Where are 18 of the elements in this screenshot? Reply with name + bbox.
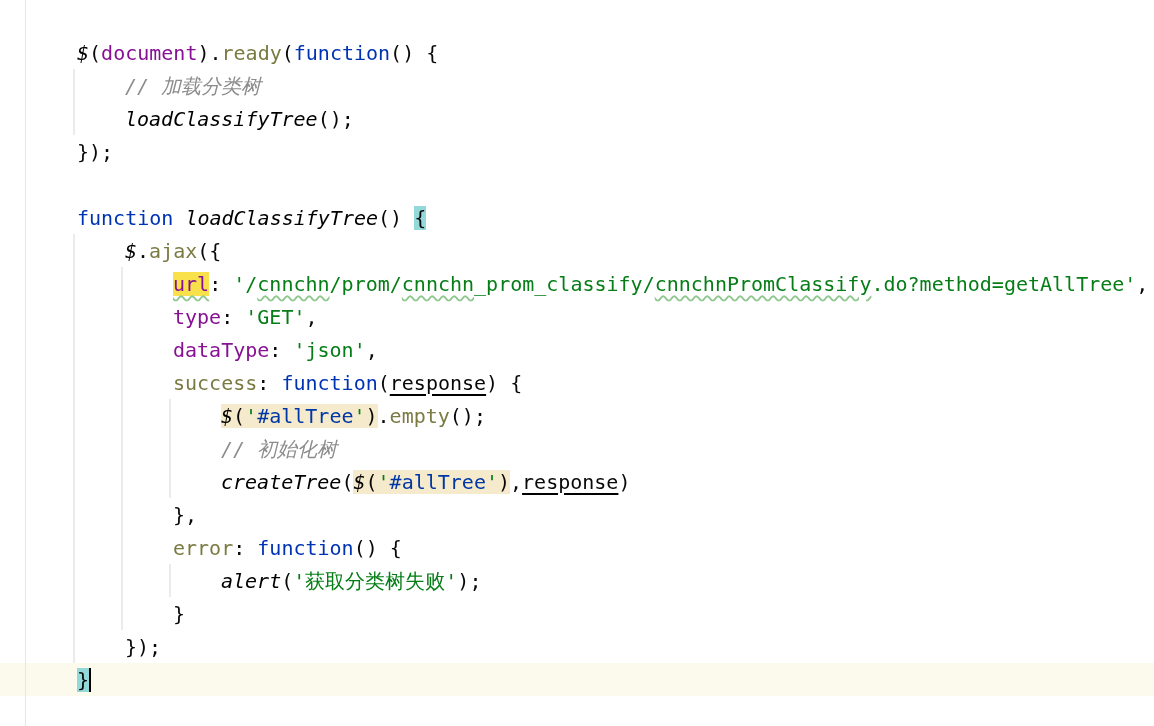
code-line: $(document).ready(function() { [76, 39, 439, 67]
code-line: $('#allTree').empty(); [220, 402, 486, 430]
code-line: }, [172, 501, 198, 529]
code-line: $.ajax({ [124, 237, 222, 265]
code-line: createTree($('#allTree'),response) [220, 468, 631, 496]
code-line: // 加载分类树 [124, 72, 262, 100]
code-line: error: function() { [172, 534, 402, 562]
code-line: type: 'GET', [172, 303, 318, 331]
code-line: function loadClassifyTree() { [76, 204, 427, 232]
code-line: url: '/cnnchn/prom/cnnchn_prom_classify/cnnchnPromClassify.do?method=getAllTree', [172, 270, 1149, 298]
code-line: }); [124, 633, 162, 661]
code-line: alert('获取分类树失败'); [220, 567, 482, 595]
code-line: // 初始化树 [220, 435, 338, 463]
code-line: } [172, 600, 186, 628]
code-line: }); [76, 138, 114, 166]
code-line: dataType: 'json', [172, 336, 378, 364]
code-line: loadClassifyTree(); [124, 105, 354, 133]
code-line: success: function(response) { [172, 369, 523, 397]
